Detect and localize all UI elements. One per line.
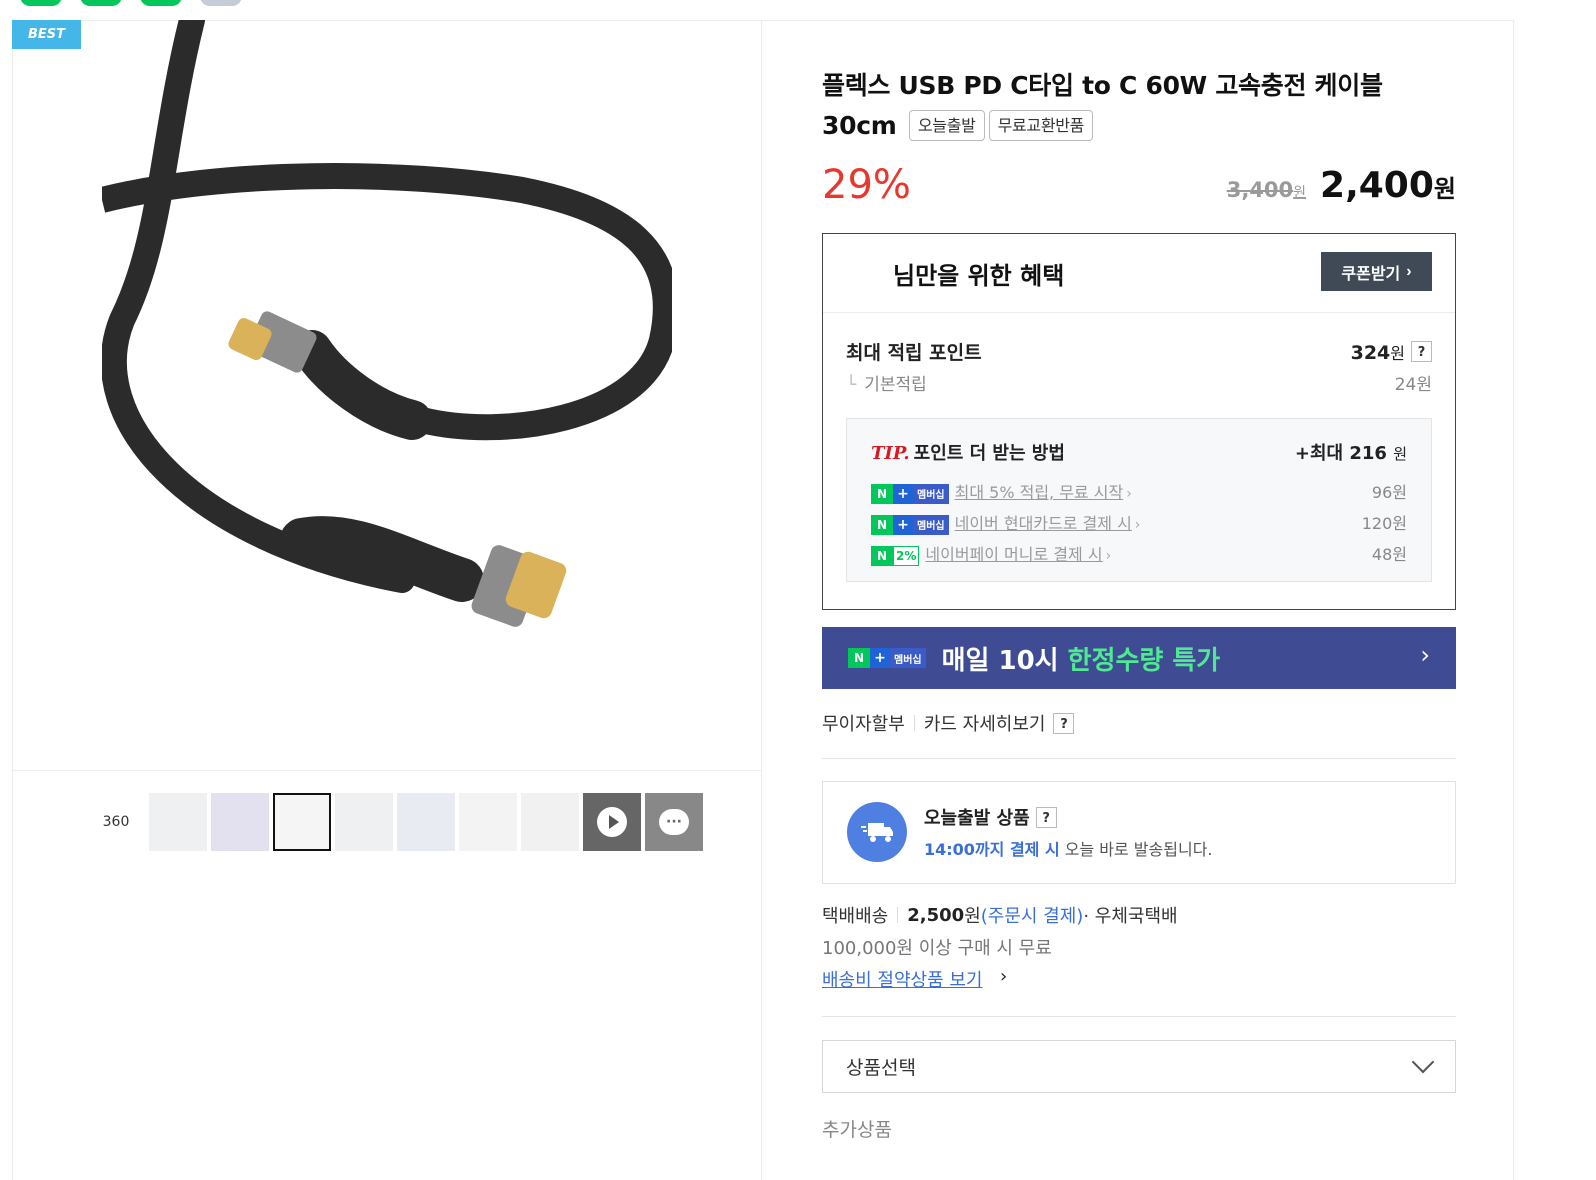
today-ship-box: 오늘출발 상품 ? 14:00까지 결제 시 오늘 바로 발송됩니다.: [822, 781, 1456, 884]
membership-deal-banner[interactable]: N + 멤버십 매일 10시 한정수량 특가 ›: [822, 627, 1456, 689]
card-detail-link[interactable]: 카드 자세히보기: [924, 710, 1046, 736]
discount-rate: 29%: [822, 162, 911, 208]
delivery-method: 택배배송: [822, 906, 889, 927]
thumbnail[interactable]: [335, 793, 393, 851]
tip-link[interactable]: 네이버 현대카드로 결제 시: [955, 514, 1132, 533]
benefit-box: 님만을 위한 혜택 쿠폰받기 › 최대 적립 포인트 324원 ? └ 기본적립 …: [822, 233, 1456, 610]
product-main-image: [102, 20, 672, 627]
video-thumbnail[interactable]: [583, 793, 641, 851]
truck-icon: [847, 802, 907, 862]
thumbnail[interactable]: [149, 793, 207, 851]
installment-row: 무이자할부 카드 자세히보기 ?: [822, 710, 1075, 736]
benefit-header: 님만을 위한 혜택 쿠폰받기 ›: [823, 234, 1455, 313]
chevron-down-icon: [1411, 1050, 1435, 1074]
thumbnail-selected[interactable]: [273, 793, 331, 851]
chevron-right-icon: ›: [1420, 641, 1430, 669]
max-point-value: 324원 ?: [1351, 340, 1432, 364]
thumbnail[interactable]: [521, 793, 579, 851]
tip-value: 96원: [1371, 483, 1407, 503]
tag-today-ship: 오늘출발: [908, 110, 985, 141]
original-price: 3,400원: [1226, 178, 1307, 202]
thumbnail-strip: 360 ···: [87, 793, 703, 851]
tip-item-money: N 2% 네이버페이 머니로 결제 시 › 48원: [871, 541, 1407, 566]
option-select-label: 상품선택: [846, 1057, 916, 1079]
promo-text: 매일 10시 한정수량 특가: [941, 645, 1221, 676]
tip-value: 120원: [1361, 514, 1407, 534]
extra-products-label: 추가상품: [822, 1119, 892, 1141]
tip-max-point: +최대 216 원: [1294, 443, 1407, 464]
help-icon[interactable]: ?: [1053, 712, 1075, 734]
rotate-360-icon: 360: [102, 814, 130, 830]
basic-point-row: └ 기본적립 24원: [846, 370, 1432, 395]
thumbnail[interactable]: [397, 793, 455, 851]
help-icon[interactable]: ?: [1411, 341, 1432, 362]
tip-value: 48원: [1371, 545, 1407, 565]
benefit-title: 님만을 위한 혜택: [893, 262, 1065, 290]
thumbnail[interactable]: [211, 793, 269, 851]
naver-pay-2pct-badge: N 2%: [871, 545, 920, 566]
shipping-save-link[interactable]: 배송비 절약상품 보기: [822, 966, 982, 992]
delivery-row: 택배배송 2,500 원 (주문시 결제) · 우체국택배: [822, 902, 1178, 928]
naver-plus-membership-badge: N + 멤버십: [871, 483, 949, 504]
basic-point-value: 24원: [1394, 375, 1432, 395]
tip-box: TIP. 포인트 더 받는 방법 +최대 216 원 N + 멤버십 최대 5% 적립,…: [846, 418, 1432, 582]
best-badge: BEST: [12, 20, 81, 49]
chevron-right-icon: ›: [1134, 517, 1141, 533]
delivery-pay-note: (주문시 결제): [980, 906, 1084, 927]
divider: [897, 907, 899, 923]
chevron-right-icon: ›: [1000, 966, 1008, 987]
delivery-fee-unit: 원: [964, 906, 981, 927]
delivery-fee: 2,500: [907, 904, 965, 926]
divider: [822, 758, 1456, 759]
top-indicator-dots: [20, 0, 242, 6]
get-coupon-button[interactable]: 쿠폰받기 ›: [1321, 252, 1432, 291]
divider: [913, 715, 915, 731]
tip-link[interactable]: 최대 5% 적립, 무료 시작: [955, 483, 1124, 502]
tip-item-card: N + 멤버십 네이버 현대카드로 결제 시 › 120원: [871, 510, 1407, 535]
basic-point-label: 기본적립: [864, 375, 927, 395]
free-shipping-condition: 100,000원 이상 구매 시 무료: [822, 938, 1052, 959]
more-dots-icon: ···: [659, 809, 689, 835]
indicator-dot: [20, 0, 62, 6]
tip-link[interactable]: 네이버페이 머니로 결제 시: [925, 545, 1102, 564]
indicator-dot: [80, 0, 122, 6]
view-360-button[interactable]: 360: [87, 793, 145, 851]
installment-label: 무이자할부: [822, 714, 905, 735]
chevron-right-icon: ›: [1126, 486, 1132, 502]
product-title-text: 플렉스 USB PD C타입 to C 60W 고속충전 케이블 30cm: [822, 71, 1383, 140]
divider: [822, 1016, 1456, 1017]
gallery-divider: [12, 770, 762, 771]
indicator-dot: [200, 0, 242, 6]
coupon-button-label: 쿠폰받기: [1341, 265, 1401, 283]
product-title: 플렉스 USB PD C타입 to C 60W 고속충전 케이블 30cm 오늘…: [822, 66, 1456, 146]
indicator-dot: [140, 0, 182, 6]
review-thumbnail[interactable]: ···: [645, 793, 703, 851]
thumbnail[interactable]: [459, 793, 517, 851]
max-point-row: 최대 적립 포인트 324원 ?: [846, 338, 1432, 365]
max-point-label: 최대 적립 포인트: [846, 342, 982, 364]
tip-item-membership: N + 멤버십 최대 5% 적립, 무료 시작 › 96원: [871, 479, 1407, 504]
tip-header: TIP. 포인트 더 받는 방법 +최대 216 원: [871, 439, 1407, 465]
chevron-right-icon: ›: [1406, 262, 1412, 280]
indent-icon: └: [846, 375, 857, 395]
sale-price: 2,400원: [1320, 165, 1456, 206]
chevron-right-icon: ›: [1105, 548, 1112, 564]
today-ship-title: 오늘출발 상품 ?: [924, 804, 1057, 830]
naver-plus-membership-badge: N + 멤버십: [871, 514, 949, 535]
play-icon: [597, 807, 627, 837]
today-ship-desc: 14:00까지 결제 시 오늘 바로 발송됩니다.: [924, 840, 1213, 859]
help-icon[interactable]: ?: [1035, 806, 1057, 828]
price-row: 3,400원 2,400원: [1227, 165, 1456, 206]
delivery-carrier: · 우체국택배: [1083, 906, 1178, 927]
naver-plus-membership-badge: N + 멤버십: [848, 648, 926, 668]
product-gallery: BEST 360 ···: [12, 20, 762, 1180]
product-option-select[interactable]: 상품선택: [822, 1040, 1456, 1093]
tag-free-return: 무료교환반품: [988, 110, 1094, 141]
tip-title: TIP. 포인트 더 받는 방법: [871, 443, 1065, 464]
